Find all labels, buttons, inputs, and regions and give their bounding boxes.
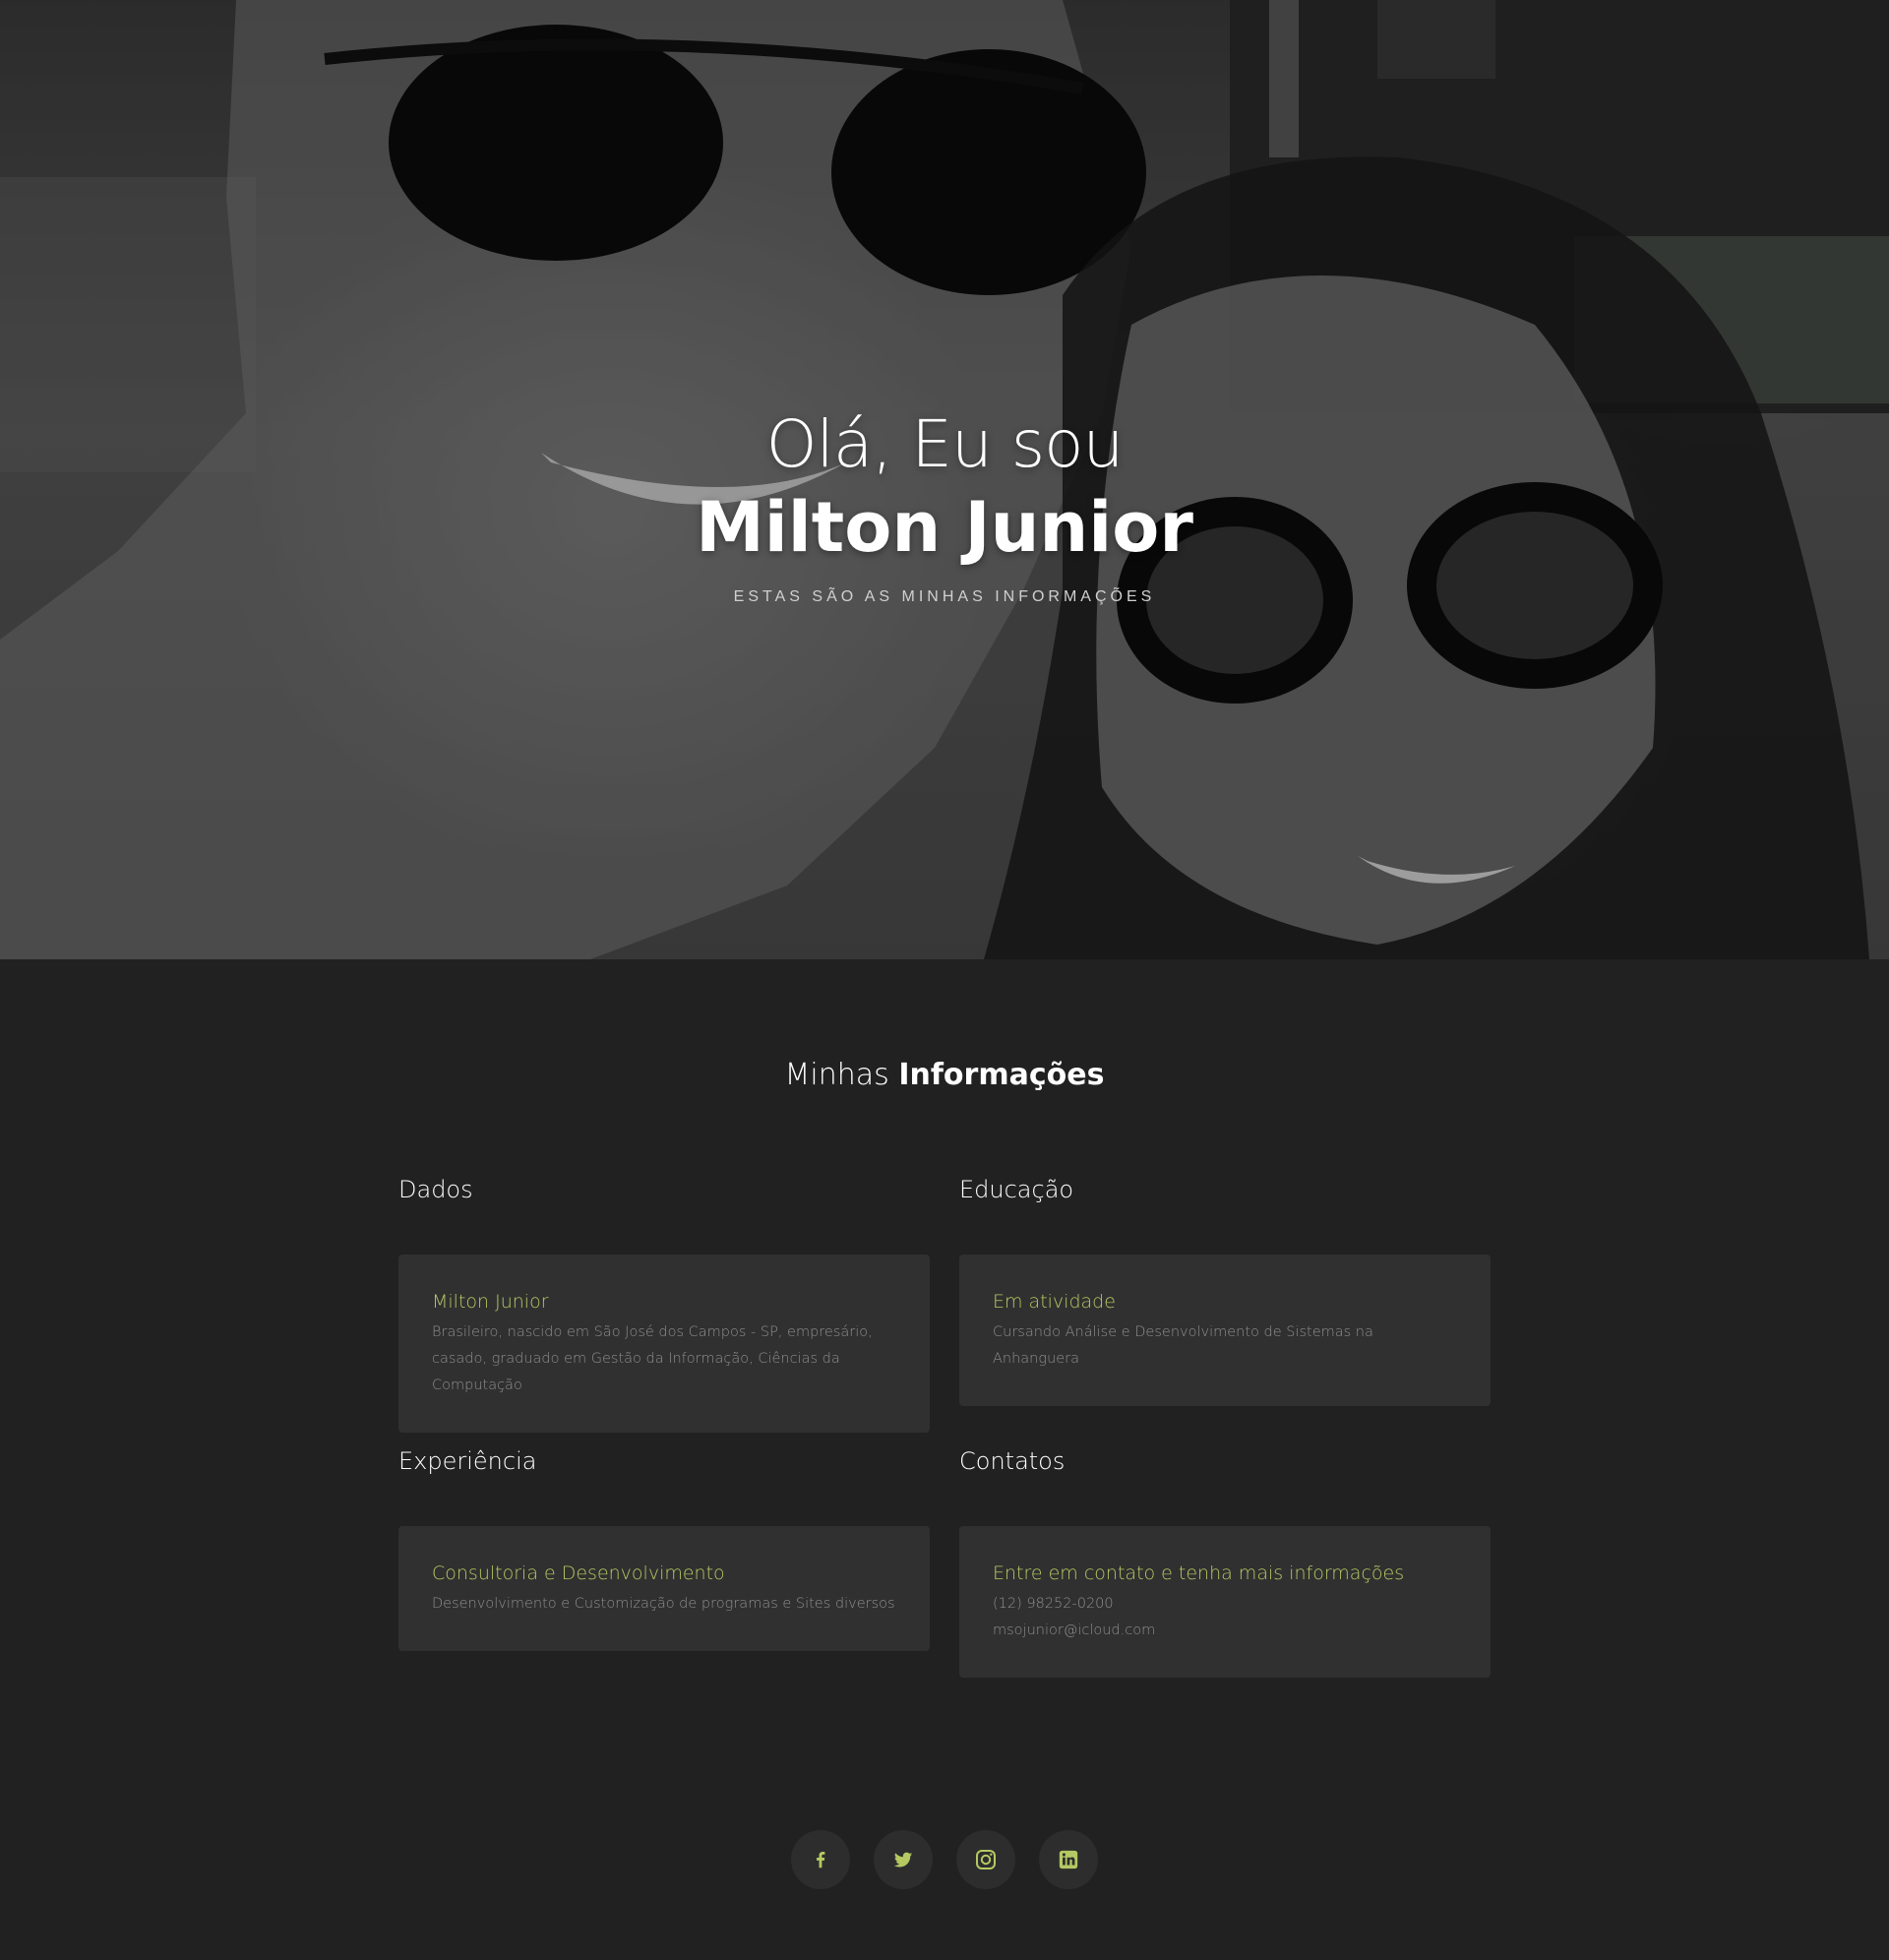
social-links bbox=[0, 1830, 1889, 1889]
dados-column: Dados Milton Junior Brasileiro, nascido … bbox=[398, 1176, 930, 1433]
twitter-icon bbox=[893, 1852, 913, 1868]
info-title: Minhas Informações bbox=[0, 1058, 1889, 1107]
linkedin-icon bbox=[1059, 1850, 1078, 1869]
instagram-button[interactable] bbox=[956, 1830, 1015, 1889]
experiencia-card: Consultoria e Desenvolvimento Desenvolvi… bbox=[398, 1526, 930, 1651]
educacao-card: Em atividade Cursando Análise e Desenvol… bbox=[959, 1255, 1491, 1406]
contatos-phone[interactable]: (12) 98252-0200 bbox=[993, 1591, 1457, 1618]
educacao-column: Educação Em atividade Cursando Análise e… bbox=[959, 1176, 1491, 1428]
dados-heading: Dados bbox=[398, 1176, 473, 1203]
contatos-card: Entre em contato e tenha mais informaçõe… bbox=[959, 1526, 1491, 1678]
educacao-card-text: Cursando Análise e Desenvolvimento de Si… bbox=[993, 1324, 1373, 1367]
info-title-bold: Informações bbox=[898, 1058, 1105, 1092]
twitter-button[interactable] bbox=[874, 1830, 933, 1889]
contatos-heading: Contatos bbox=[959, 1447, 1066, 1475]
hero-greeting: Olá, Eu sou bbox=[765, 406, 1125, 482]
educacao-card-title: Em atividade bbox=[993, 1291, 1116, 1313]
dados-card: Milton Junior Brasileiro, nascido em São… bbox=[398, 1255, 930, 1433]
hero-content: Olá, Eu sou Milton Junior ESTAS SÃO AS M… bbox=[0, 403, 1889, 606]
dados-card-title: Milton Junior bbox=[432, 1291, 549, 1313]
dados-card-text: Brasileiro, nascido em São José dos Camp… bbox=[432, 1324, 873, 1393]
instagram-icon bbox=[976, 1850, 996, 1869]
educacao-heading: Educação bbox=[959, 1176, 1074, 1203]
experiencia-card-title: Consultoria e Desenvolvimento bbox=[432, 1562, 725, 1584]
hero-name: Milton Junior bbox=[696, 487, 1193, 568]
info-grid: Dados Milton Junior Brasileiro, nascido … bbox=[398, 1176, 1491, 1697]
linkedin-button[interactable] bbox=[1039, 1830, 1098, 1889]
info-section: Minhas Informações Dados Milton Junior B… bbox=[0, 959, 1889, 1889]
info-title-light: Minhas bbox=[784, 1058, 889, 1092]
experiencia-card-text: Desenvolvimento e Customização de progra… bbox=[432, 1596, 895, 1612]
facebook-icon bbox=[817, 1852, 825, 1868]
contatos-card-title: Entre em contato e tenha mais informaçõe… bbox=[993, 1562, 1405, 1584]
hero-subtitle: ESTAS SÃO AS MINHAS INFORMAÇÕES bbox=[733, 588, 1156, 605]
experiencia-column: Experiência Consultoria e Desenvolviment… bbox=[398, 1447, 930, 1678]
hero-section: Olá, Eu sou Milton Junior ESTAS SÃO AS M… bbox=[0, 0, 1889, 959]
facebook-button[interactable] bbox=[791, 1830, 850, 1889]
experiencia-heading: Experiência bbox=[398, 1447, 537, 1475]
contatos-email[interactable]: msojunior@icloud.com bbox=[993, 1618, 1457, 1644]
contatos-column: Contatos Entre em contato e tenha mais i… bbox=[959, 1447, 1491, 1678]
